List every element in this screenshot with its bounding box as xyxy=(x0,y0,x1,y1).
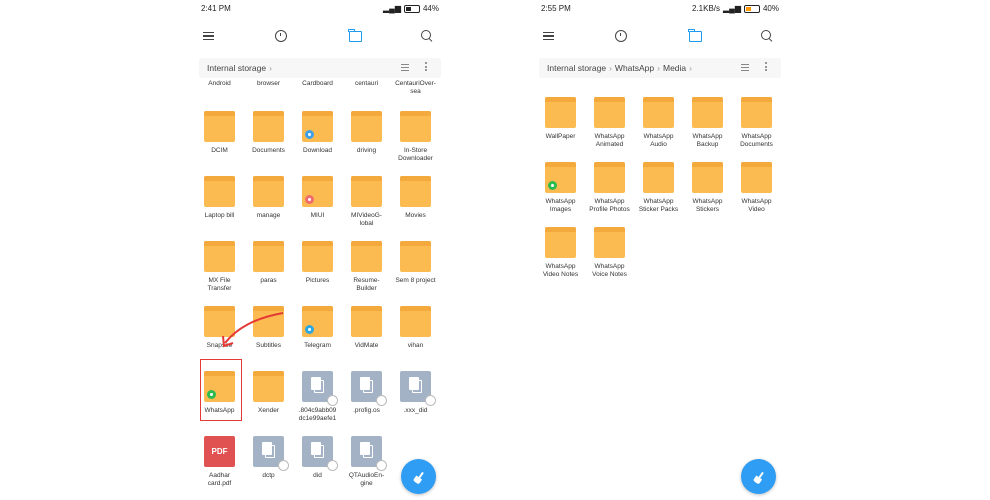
chevron-right-icon: › xyxy=(609,63,612,73)
folder-icon xyxy=(594,227,625,258)
breadcrumb-item[interactable]: Media xyxy=(663,63,686,73)
arrow-annotation xyxy=(222,312,284,348)
clean-icon xyxy=(413,471,425,483)
folder-item-whatsapp-video[interactable]: WhatsApp Video xyxy=(732,162,781,214)
item-label: WhatsApp Stickers xyxy=(692,198,723,213)
folder-icon xyxy=(643,97,674,128)
folder-item-whatsapp-voice-notes[interactable]: WhatsApp Voice Notes xyxy=(585,227,634,279)
status-bar: 2:55 PM 2.1KB/s ▂▄▆ 40% xyxy=(541,3,779,15)
clean-button[interactable] xyxy=(741,459,776,494)
folder-item-whatsapp-documents[interactable]: WhatsApp Documents xyxy=(732,97,781,149)
search-icon[interactable] xyxy=(758,27,776,45)
folder-item-whatsapp-audio[interactable]: WhatsApp Audio xyxy=(634,97,683,149)
item-label: WhatsApp Images xyxy=(545,198,576,213)
clock-icon[interactable] xyxy=(612,27,630,45)
folder-icon xyxy=(545,227,576,258)
breadcrumb: Internal storage › WhatsApp › Media › xyxy=(539,58,781,78)
folder-item-whatsapp-backup[interactable]: WhatsApp Backup xyxy=(683,97,732,149)
item-label: WhatsApp Video xyxy=(741,198,772,213)
folder-icon xyxy=(594,97,625,128)
signal-icon: ▂▄▆ xyxy=(723,4,741,13)
folder-icon xyxy=(692,162,723,193)
clean-icon xyxy=(753,471,765,483)
item-label: WhatsApp Profile Photos xyxy=(589,198,630,213)
folder-item-whatsapp-images[interactable]: WhatsApp Images xyxy=(536,162,585,214)
status-time: 2:55 PM xyxy=(541,4,571,13)
chevron-right-icon: › xyxy=(689,63,692,73)
folder-icon xyxy=(692,97,723,128)
top-toolbar xyxy=(535,27,785,45)
item-label: WhatsApp Voice Notes xyxy=(592,263,627,278)
folder-icon xyxy=(594,162,625,193)
menu-icon[interactable] xyxy=(539,27,557,45)
right-phone-screen: 2:55 PM 2.1KB/s ▂▄▆ 40% Internal storage… xyxy=(535,0,785,500)
battery-icon xyxy=(743,4,760,13)
breadcrumb-item[interactable]: Internal storage xyxy=(547,63,606,73)
folder-item-whatsapp-stickers[interactable]: WhatsApp Stickers xyxy=(683,162,732,214)
item-label: WallPaper xyxy=(545,133,576,140)
left-phone-screen: 2:41 PM ▂▄▆ 44% Internal storage › Androi… xyxy=(195,0,445,500)
item-label: WhatsApp Animated xyxy=(594,133,625,148)
network-speed: 2.1KB/s xyxy=(691,4,720,13)
folder-icon xyxy=(643,162,674,193)
item-label: WhatsApp Sticker Packs xyxy=(638,198,679,213)
item-label: WhatsApp Audio xyxy=(643,133,674,148)
folder-item-wallpaper[interactable]: WallPaper xyxy=(536,97,585,141)
folder-icon xyxy=(741,97,772,128)
folder-item-whatsapp-profile-photos[interactable]: WhatsApp Profile Photos xyxy=(585,162,634,214)
battery-percent: 40% xyxy=(762,4,779,13)
folder-item-whatsapp-video-notes[interactable]: WhatsApp Video Notes xyxy=(536,227,585,279)
item-label: WhatsApp Video Notes xyxy=(542,263,579,278)
clean-button[interactable] xyxy=(401,459,436,494)
breadcrumb-item[interactable]: WhatsApp xyxy=(615,63,654,73)
app-badge-icon xyxy=(548,181,557,190)
chevron-right-icon: › xyxy=(657,63,660,73)
folder-icon xyxy=(545,97,576,128)
folder-item-whatsapp-animated[interactable]: WhatsApp Animated xyxy=(585,97,634,149)
list-view-icon[interactable] xyxy=(741,64,749,73)
item-label: WhatsApp Documents xyxy=(740,133,773,148)
folder-icon[interactable] xyxy=(686,27,704,45)
folder-icon xyxy=(741,162,772,193)
more-icon[interactable] xyxy=(765,62,767,73)
folder-item-whatsapp-sticker-packs[interactable]: WhatsApp Sticker Packs xyxy=(634,162,683,214)
item-label: WhatsApp Backup xyxy=(692,133,723,148)
